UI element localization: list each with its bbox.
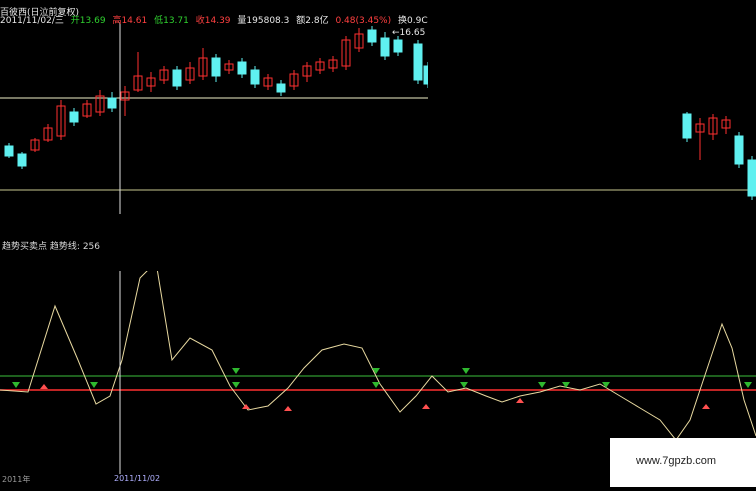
candle-body [211,57,221,77]
amount-value: 2.8亿 [305,16,329,26]
candlestick [276,80,286,96]
change-value: 0.48(3.45%) [335,16,392,26]
indicator-line-label: 趋势线: [49,242,80,252]
candle-body [413,43,423,81]
candle-body [69,111,79,123]
bottom-date-left: 2011年 [2,475,31,484]
turnover-label: 换 [398,16,408,26]
sell-marker-icon [462,368,470,374]
candlestick [747,156,756,200]
open-value: 13.69 [79,16,106,26]
candlestick [708,114,718,140]
candlestick [289,70,299,90]
candle-body [734,135,744,165]
candlestick [380,32,390,60]
annotation-arrow: ← [392,28,400,38]
candlestick [172,66,182,90]
quote-info-bar: 2011/11/02/三 开13.69 高14.61 低13.71 收14.39… [0,14,441,28]
buy-marker-icon [422,404,430,409]
candlestick [4,143,14,158]
candlestick [413,40,423,84]
candlestick [69,108,79,126]
high-price-annotation: ←16.65 [392,28,425,38]
candlestick [315,58,325,74]
candlestick [30,138,40,152]
sell-marker-icon [602,382,610,388]
candle-body [747,159,756,197]
sell-marker-icon [538,382,546,388]
candlestick [120,86,130,116]
candlestick [302,62,312,82]
candlestick [146,72,156,92]
close-value: 14.39 [204,16,231,26]
candlestick [682,110,692,142]
watermark-text: www.7gpzb.com [636,455,717,467]
candlestick [237,58,247,78]
candlestick [185,62,195,84]
candlestick [224,60,234,74]
candle-body [237,61,247,75]
sell-marker-icon [372,382,380,388]
candle-body [4,145,14,157]
indicator-line-value: 256 [82,242,100,252]
candlestick [133,52,143,92]
candlestick [250,66,260,88]
candlestick [95,90,105,116]
indicator-header: 趋势买卖点 趋势线: 256 [2,239,100,252]
candlestick [82,100,92,118]
sell-marker-icon [12,382,20,388]
candlestick [56,100,66,140]
buy-marker-icon [516,398,524,403]
candle-body [367,29,377,43]
candle-body [380,37,390,57]
buy-marker-icon [40,384,48,389]
crosshair-date-label: 2011/11/02 [114,474,161,483]
trend-line [0,260,756,441]
candlestick [367,26,377,46]
masked-region-middle [108,214,645,271]
candlestick [211,54,221,82]
volume-value: 195808.3 [246,16,290,26]
candlestick [721,116,731,134]
candlestick [159,66,169,84]
candle-body [393,39,403,53]
candlestick [734,132,744,168]
buy-marker-icon [242,404,250,409]
sell-marker-icon [744,382,752,388]
sell-marker-icon [90,382,98,388]
candlestick [328,56,338,72]
quote-date: 2011/11/02/三 [0,16,64,26]
candle-body [250,69,260,85]
candlestick [43,124,53,142]
candlestick [17,152,27,169]
close-label: 收 [195,16,205,26]
candle-body [17,153,27,167]
candlestick [341,36,351,70]
candle-body [172,69,182,87]
candle-body [276,83,286,93]
sell-marker-icon [232,368,240,374]
price-annotation: 16.65 [399,28,426,38]
sell-marker-icon [232,382,240,388]
buy-marker-icon [284,406,292,411]
candlestick [263,74,273,90]
candlestick [354,28,364,52]
chart-stage[interactable]: 百彼西(日泣前复权) 2011/11/02/三 开13.69 高14.61 低1… [0,0,756,487]
high-value: 14.61 [121,16,148,26]
amount-label: 额 [296,16,306,26]
candle-body [107,97,117,109]
masked-region-top-right [428,0,756,112]
low-value: 13.71 [163,16,189,26]
candle-body [682,113,692,139]
candlestick [695,118,705,160]
candlestick [107,92,117,112]
buy-marker-icon [702,404,710,409]
open-label: 开 [70,16,80,26]
low-label: 低 [154,16,164,26]
candlestick [198,48,208,80]
indicator-title: 趋势买卖点 [2,242,48,252]
sell-marker-icon [460,382,468,388]
candlestick [393,36,403,56]
